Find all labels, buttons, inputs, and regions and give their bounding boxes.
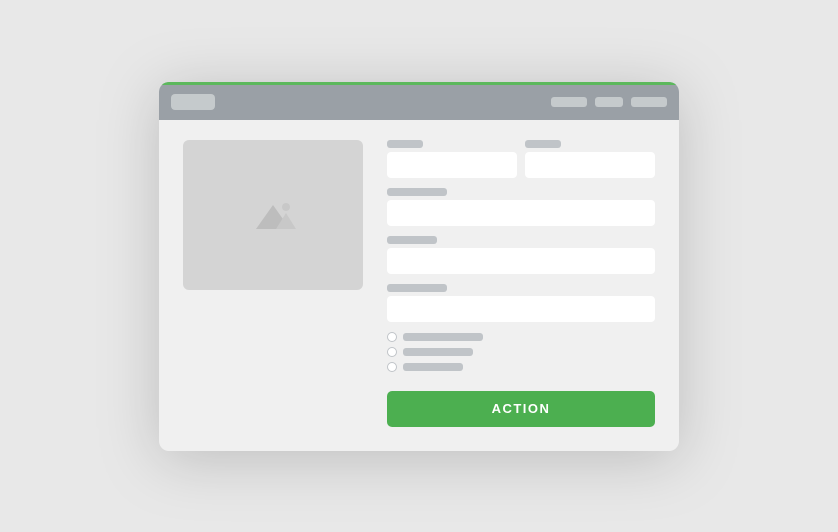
checkbox-row-2: [387, 347, 655, 357]
field-group-2: [525, 140, 655, 178]
checkbox-row-1: [387, 332, 655, 342]
checkbox-label-1: [403, 333, 483, 341]
active-tab-pill[interactable]: [171, 94, 215, 110]
image-placeholder: [183, 140, 363, 290]
field-input-5[interactable]: [387, 296, 655, 322]
field-label-5: [387, 284, 447, 292]
left-panel: [183, 140, 363, 427]
field-input-4[interactable]: [387, 248, 655, 274]
field-input-2[interactable]: [525, 152, 655, 178]
field-group-full-1: [387, 188, 655, 226]
app-window-shadow: ACTION: [159, 82, 679, 451]
form-row-1: [387, 140, 655, 178]
field-label-4: [387, 236, 437, 244]
action-button[interactable]: ACTION: [387, 391, 655, 427]
titlebar-left: [171, 94, 215, 110]
field-label-1: [387, 140, 423, 148]
app-window: ACTION: [159, 82, 679, 451]
field-input-1[interactable]: [387, 152, 517, 178]
checkbox-2[interactable]: [387, 347, 397, 357]
checkbox-1[interactable]: [387, 332, 397, 342]
checkbox-label-2: [403, 348, 473, 356]
field-label-3: [387, 188, 447, 196]
mountain-icon: [248, 195, 298, 235]
checkbox-row-3: [387, 362, 655, 372]
field-input-3[interactable]: [387, 200, 655, 226]
field-label-2: [525, 140, 561, 148]
checkboxes-area: [387, 332, 655, 377]
field-group-1: [387, 140, 517, 178]
nav-stub-3: [631, 97, 667, 107]
checkbox-label-3: [403, 363, 463, 371]
checkbox-3[interactable]: [387, 362, 397, 372]
right-panel: ACTION: [387, 140, 655, 427]
field-group-full-2: [387, 236, 655, 274]
nav-stub-2: [595, 97, 623, 107]
field-group-full-3: [387, 284, 655, 322]
nav-stub-1: [551, 97, 587, 107]
window-body: ACTION: [159, 120, 679, 451]
titlebar: [159, 82, 679, 120]
titlebar-right: [551, 97, 667, 107]
